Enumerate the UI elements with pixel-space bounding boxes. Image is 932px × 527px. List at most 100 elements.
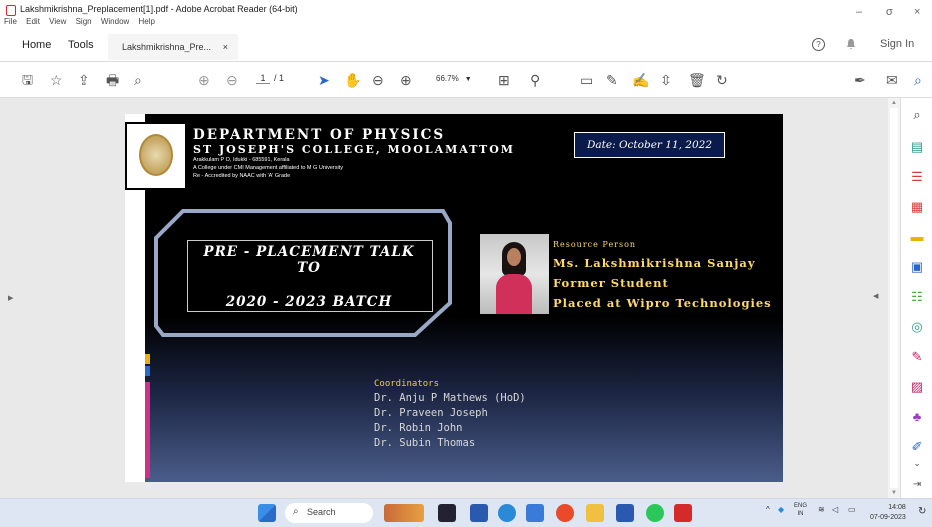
scroll-up-icon[interactable]: ▲ xyxy=(891,100,897,106)
word-icon[interactable] xyxy=(616,504,634,522)
print-icon[interactable]: 🖶 xyxy=(106,72,119,88)
compress-icon[interactable]: ☷ xyxy=(910,290,924,304)
stamp-icon[interactable]: ⇳ xyxy=(660,72,672,88)
menu-sign[interactable]: Sign xyxy=(76,17,92,26)
menu-window[interactable]: Window xyxy=(101,17,129,26)
menu-file[interactable]: File xyxy=(4,17,17,26)
minimize-button[interactable]: – xyxy=(856,6,862,18)
send-for-review-icon[interactable]: ♣ xyxy=(910,410,924,424)
fill-sign-icon[interactable]: ✎ xyxy=(910,350,924,364)
notifications-icon[interactable]: ↻ xyxy=(918,506,926,517)
widgets-icon[interactable] xyxy=(384,504,424,522)
photo-face xyxy=(507,248,521,266)
scrollbar-thumb[interactable] xyxy=(890,108,898,488)
accent-stripe xyxy=(145,366,150,376)
accent-stripe xyxy=(145,354,150,364)
scroll-down-icon[interactable]: ▼ xyxy=(891,490,897,496)
highlight-pen-icon[interactable]: ✎ xyxy=(606,72,618,88)
email-icon[interactable]: ✉ xyxy=(886,72,898,88)
clock-time: 14:08 xyxy=(888,504,906,511)
address-line: A College under CMI Management affiliate… xyxy=(193,165,343,171)
maximize-button[interactable]: σ xyxy=(886,6,893,18)
tab-tools[interactable]: Tools xyxy=(68,39,94,51)
scroll-mode-icon[interactable]: ⚲ xyxy=(530,72,540,88)
notification-bell-icon[interactable] xyxy=(846,38,856,53)
zoom-in-icon[interactable]: ⊕ xyxy=(400,72,412,88)
create-pdf-icon[interactable]: ▦ xyxy=(910,200,924,214)
zoom-value: 66.7% xyxy=(436,74,459,83)
tab-document[interactable]: Lakshmikrishna_Pre... × xyxy=(108,34,238,60)
calculator-icon[interactable] xyxy=(470,504,488,522)
chrome-browser-icon[interactable] xyxy=(556,504,574,522)
request-signature-icon[interactable]: ▨ xyxy=(910,380,924,394)
volume-icon[interactable]: ◁ xyxy=(832,505,838,514)
menu-view[interactable]: View xyxy=(49,17,66,26)
left-panel-toggle-icon[interactable]: ▶ xyxy=(8,294,13,302)
coordinators-heading: Coordinators xyxy=(374,379,440,389)
acrobat-taskbar-icon[interactable] xyxy=(674,504,692,522)
sign-pen-icon[interactable]: ✒ xyxy=(854,72,866,88)
edge-browser-icon[interactable] xyxy=(498,504,516,522)
protect-icon[interactable]: ◎ xyxy=(910,320,924,334)
address-line: Arakkulam P O, Idukki - 685591, Kerala xyxy=(193,157,290,163)
tray-app-icon[interactable]: ◆ xyxy=(778,505,784,514)
help-icon[interactable]: ? xyxy=(812,38,825,51)
talk-title-line: PRE - PLACEMENT TALK xyxy=(203,244,415,260)
zoom-search-icon[interactable]: ⌕ xyxy=(134,72,142,88)
whatsapp-icon[interactable] xyxy=(646,504,664,522)
menu-help[interactable]: Help xyxy=(139,17,155,26)
export-pdf-icon[interactable]: ▤ xyxy=(910,140,924,154)
todo-check-icon[interactable] xyxy=(526,504,544,522)
search-zoom-icon[interactable]: ⌕ xyxy=(910,108,924,122)
organize-pages-icon[interactable]: ☰ xyxy=(910,170,924,184)
delete-icon[interactable]: 🗑 xyxy=(688,72,706,88)
previous-page-icon[interactable]: ⊕ xyxy=(198,72,210,88)
date-box: Date: October 11, 2022 xyxy=(574,132,725,158)
tab-close-icon[interactable]: × xyxy=(223,42,228,52)
start-windows-icon[interactable] xyxy=(258,504,276,522)
tab-home[interactable]: Home xyxy=(22,39,51,51)
next-page-icon[interactable]: ⊖ xyxy=(226,72,238,88)
tab-document-label: Lakshmikrishna_Pre... xyxy=(122,42,212,52)
search-icon[interactable]: ⌕ xyxy=(914,72,922,88)
language-indicator[interactable]: ENG IN xyxy=(794,502,807,518)
save-icon[interactable]: 🖫 xyxy=(22,72,33,88)
clock-date: 07-09-2023 xyxy=(870,514,906,521)
select-cursor-icon[interactable]: ➤ xyxy=(318,72,330,88)
rotate-icon[interactable]: ↻ xyxy=(716,72,728,88)
resource-person-name: Ms. Lakshmikrishna Sanjay xyxy=(553,256,756,270)
wifi-icon[interactable]: ≋ xyxy=(818,505,825,514)
collapse-pane-icon[interactable]: ⇥ xyxy=(910,478,924,492)
tray-chevron-icon[interactable]: ^ xyxy=(766,505,770,514)
zoom-select[interactable]: 66.7% ▼ xyxy=(436,74,472,83)
close-button[interactable]: × xyxy=(914,6,920,18)
taskbar-search[interactable]: ⌕ Search xyxy=(285,503,373,523)
accent-stripe xyxy=(145,382,150,478)
comment-icon[interactable]: ▭ xyxy=(580,72,593,88)
title-bar: Lakshmikrishna_Preplacement[1].pdf - Ado… xyxy=(0,0,932,26)
page-fit-icon[interactable]: ⊞ xyxy=(498,72,510,88)
coordinator-name: Dr. Anju P Mathews (HoD) xyxy=(374,392,526,404)
draw-icon[interactable]: ✍ xyxy=(632,72,649,88)
vertical-scrollbar[interactable]: ▲ ▼ xyxy=(888,98,900,498)
combine-files-icon[interactable]: ▣ xyxy=(910,260,924,274)
zoom-out-icon[interactable]: ⊖ xyxy=(372,72,384,88)
task-view-icon[interactable] xyxy=(438,504,456,522)
right-panel-toggle-icon[interactable]: ◀ xyxy=(873,292,878,300)
clock[interactable]: 14:08 07-09-2023 xyxy=(870,503,906,523)
more-tools-icon[interactable]: ✐ xyxy=(910,440,924,454)
chevron-down-icon[interactable]: ⌄ xyxy=(910,456,924,470)
coordinator-name: Dr. Praveen Joseph xyxy=(374,407,488,419)
page-number-input[interactable]: 1 xyxy=(256,73,270,84)
share-upload-icon[interactable]: ⇪ xyxy=(78,72,90,88)
battery-icon[interactable]: ▭ xyxy=(848,505,856,514)
language-code: ENG xyxy=(794,503,808,509)
bookmark-star-icon[interactable]: ☆ xyxy=(50,72,63,88)
resource-person-employer: Placed at Wipro Technologies xyxy=(553,296,772,310)
crest-emblem xyxy=(139,134,173,176)
file-explorer-icon[interactable] xyxy=(586,504,604,522)
sign-in-button[interactable]: Sign In xyxy=(880,38,914,50)
hand-tool-icon[interactable]: ✋ xyxy=(344,72,361,88)
menu-edit[interactable]: Edit xyxy=(26,17,40,26)
comment-tool-icon[interactable]: ▬ xyxy=(910,230,924,244)
